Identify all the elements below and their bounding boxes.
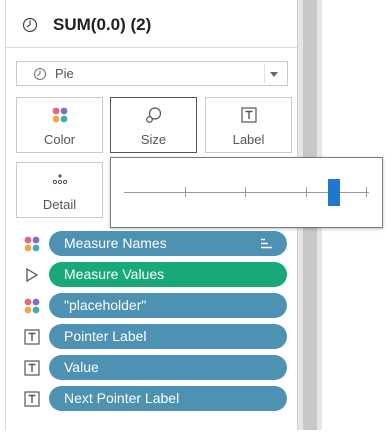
measure-names-pill[interactable]: Measure Names (49, 231, 287, 256)
slider-tick (306, 187, 307, 197)
pill-label: Next Pointer Label (64, 390, 180, 406)
size-label: Size (140, 132, 167, 147)
placeholder-pill[interactable]: "placeholder" (49, 293, 287, 318)
size-icon (145, 107, 161, 123)
pill-label: Measure Names (64, 235, 167, 251)
pill-label: "placeholder" (64, 297, 147, 313)
marks-card-title: SUM(0.0) (2) (53, 15, 152, 34)
pill-label: Value (64, 359, 99, 375)
mark-type-label: Pie (55, 66, 74, 81)
slider-tick (185, 187, 186, 197)
bottom-edge (0, 430, 391, 440)
next-pointer-label-pill[interactable]: Next Pointer Label (49, 386, 287, 411)
pill-row-value: Value (20, 355, 290, 380)
mark-type-dropdown[interactable]: Pie (16, 61, 288, 86)
text-label-icon (24, 329, 40, 345)
value-pill[interactable]: Value (49, 355, 287, 380)
pill-row-next-pointer-label: Next Pointer Label (20, 386, 290, 411)
color-dots-icon (24, 298, 40, 314)
pill-row-measure-values: Measure Values (20, 262, 290, 287)
pill-label: Measure Values (64, 266, 165, 282)
text-label-icon (240, 107, 257, 123)
color-dots-icon (52, 107, 67, 123)
marks-card-header: SUM(0.0) (2) (6, 14, 296, 48)
detail-button[interactable]: Detail (16, 162, 103, 218)
size-slider-thumb[interactable] (328, 179, 340, 206)
text-label-icon (24, 391, 40, 407)
panel-left-border (5, 0, 6, 440)
pointer-label-pill[interactable]: Pointer Label (49, 324, 287, 349)
pill-label: Pointer Label (64, 328, 147, 344)
size-triangle-icon (26, 267, 39, 283)
pill-row-pointer-label: Pointer Label (20, 324, 290, 349)
chevron-down-icon[interactable] (264, 64, 283, 83)
measure-values-pill[interactable]: Measure Values (49, 262, 287, 287)
sort-descending-icon[interactable] (260, 237, 273, 250)
size-slider-popover (110, 157, 383, 228)
color-label: Color (43, 132, 76, 147)
pie-clock-icon (22, 17, 38, 33)
detail-label: Detail (42, 197, 77, 212)
slider-tick (245, 187, 246, 197)
header-divider (6, 47, 297, 48)
pie-clock-icon (33, 67, 47, 81)
label-button[interactable]: Label (205, 97, 292, 153)
color-button[interactable]: Color (16, 97, 103, 153)
pill-row-placeholder: "placeholder" (20, 293, 290, 318)
detail-dots-icon (52, 174, 67, 185)
size-button[interactable]: Size (110, 97, 197, 153)
pill-row-measure-names: Measure Names (20, 231, 290, 256)
label-label: Label (232, 132, 265, 147)
slider-tick (366, 187, 367, 197)
text-label-icon (24, 360, 40, 376)
color-dots-icon (24, 236, 40, 252)
